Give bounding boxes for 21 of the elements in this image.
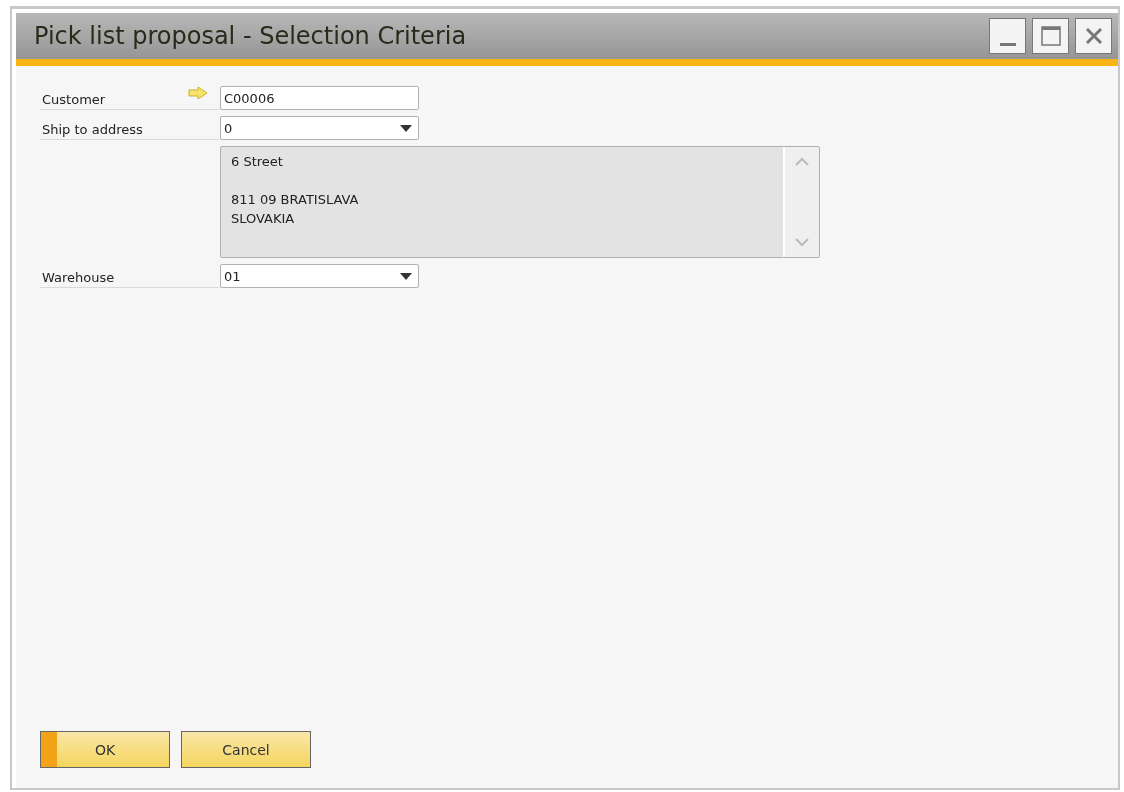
close-button[interactable]	[1075, 18, 1112, 54]
minimize-icon	[999, 42, 1016, 46]
maximize-button[interactable]	[1032, 18, 1069, 54]
caret-icon	[400, 124, 412, 132]
field-label: Ship to address	[40, 122, 220, 140]
window-title: Pick list proposal - Selection Criteria	[34, 22, 467, 50]
chevron-down-icon[interactable]	[795, 238, 809, 247]
close-icon	[1083, 26, 1104, 46]
scrollbar[interactable]	[783, 147, 819, 257]
input-field[interactable]: C00006	[220, 86, 419, 110]
chevron-up-icon[interactable]	[795, 157, 809, 166]
dropdown-field[interactable]: 01	[220, 264, 419, 288]
address-text: 6 Street 811 09 BRATISLAVA SLOVAKIA	[230, 153, 360, 228]
cancel-button[interactable]: Cancel	[181, 731, 311, 768]
dropdown-field[interactable]: 0	[220, 116, 419, 140]
caret-icon	[400, 272, 412, 280]
maximize-icon	[1039, 25, 1062, 47]
ok-button[interactable]: OK	[40, 731, 170, 768]
minimize-button[interactable]	[989, 18, 1026, 54]
field-label: Warehouse	[40, 270, 220, 288]
link-arrow-icon[interactable]	[188, 86, 208, 100]
